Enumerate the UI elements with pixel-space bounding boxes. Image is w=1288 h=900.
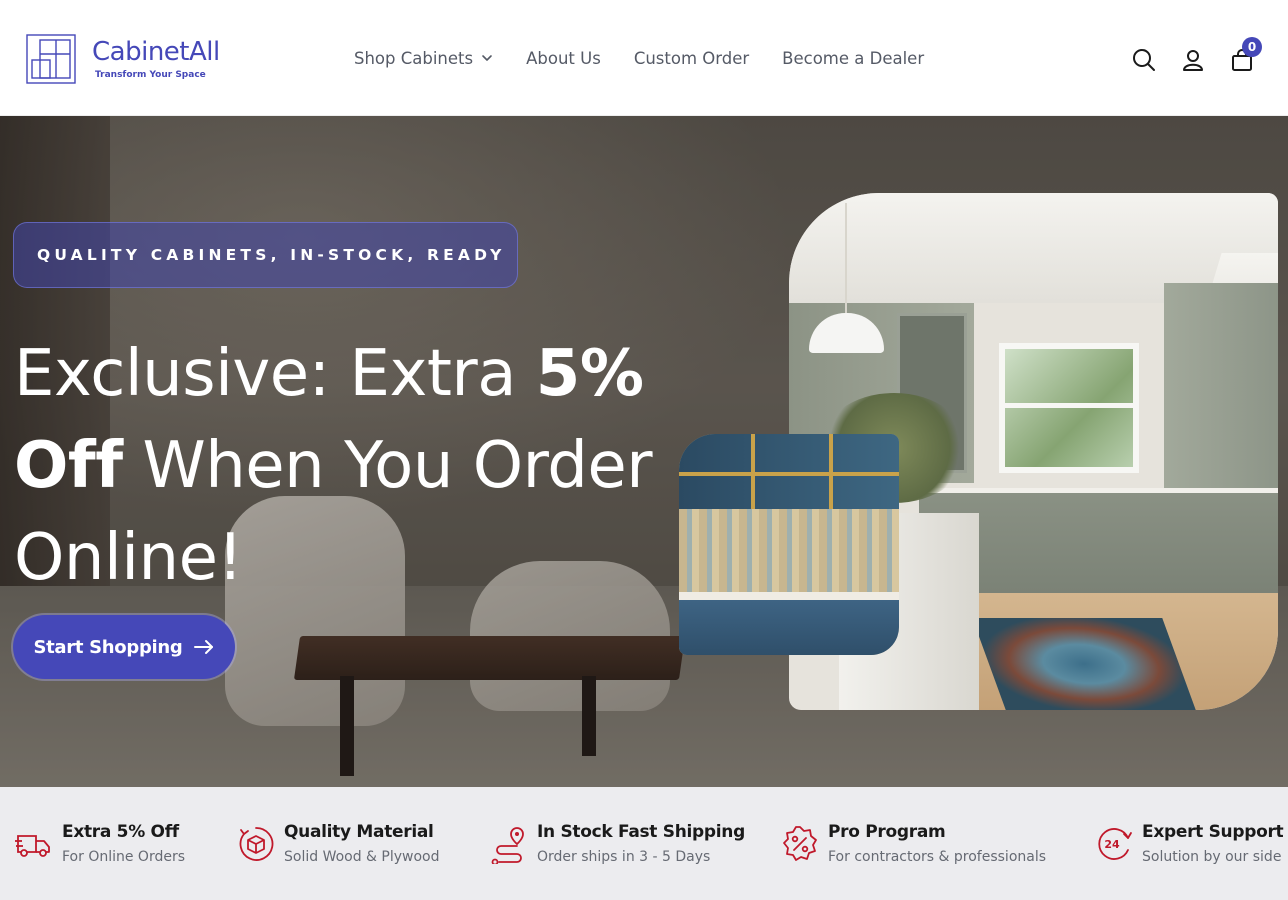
svg-text:24: 24 <box>1104 838 1120 851</box>
hero-badge-text: QUALITY CABINETS, IN-STOCK, READY <box>37 246 506 264</box>
nav-become-dealer[interactable]: Become a Dealer <box>782 49 924 68</box>
brand-name: CabinetAll <box>92 37 220 67</box>
nav-about-us[interactable]: About Us <box>526 49 601 68</box>
delivery-truck-icon <box>15 835 50 857</box>
feature-item: In Stock Fast Shipping Order ships in 3 … <box>489 820 745 870</box>
user-icon <box>1183 50 1203 71</box>
features-bar: Extra 5% Off For Online Orders Quality M… <box>0 787 1288 900</box>
hero-badge: QUALITY CABINETS, IN-STOCK, READY <box>13 222 518 288</box>
hero-section: QUALITY CABINETS, IN-STOCK, READY Exclus… <box>0 116 1288 787</box>
nav-shop-cabinets[interactable]: Shop Cabinets <box>354 49 493 68</box>
feature-item: Quality Material Solid Wood & Plywood <box>236 820 440 870</box>
feature-title: Quality Material <box>284 822 434 842</box>
feature-subtitle: For Online Orders <box>62 849 186 865</box>
hero-blue-cabinet-image <box>679 434 899 655</box>
nav-custom-order[interactable]: Custom Order <box>634 49 749 68</box>
feature-subtitle: Order ships in 3 - 5 Days <box>537 849 711 865</box>
search-button[interactable] <box>1130 46 1158 74</box>
box-icon <box>239 827 274 861</box>
nav-about-us-label: About Us <box>526 48 601 68</box>
header-actions: 0 <box>1130 37 1277 76</box>
nav-custom-order-label: Custom Order <box>633 48 750 68</box>
cart-button[interactable]: 0 <box>1228 37 1262 74</box>
logo-mark-icon <box>26 34 76 84</box>
feature-title: Extra 5% Off <box>62 822 179 842</box>
start-shopping-label: Start Shopping <box>33 636 183 658</box>
arrow-right-icon <box>193 640 213 654</box>
cart-count-badge: 0 <box>1242 37 1262 57</box>
route-icon <box>491 827 524 864</box>
hero-headline-part1: Exclusive: Extra <box>14 337 536 411</box>
feature-title: Expert Support <box>1142 822 1284 842</box>
main-nav: Shop Cabinets About Us Custom Order Beco… <box>354 46 957 70</box>
search-icon <box>1133 49 1155 71</box>
hero-headline: Exclusive: Extra 5% Off When You Order On… <box>14 328 654 604</box>
chevron-down-icon <box>482 55 492 61</box>
feature-title: Pro Program <box>828 822 946 842</box>
site-header: CabinetAll Transform Your Space Shop Cab… <box>0 0 1288 116</box>
brand-logo[interactable]: CabinetAll Transform Your Space <box>26 33 256 85</box>
hero-headline-bold1: 5% <box>535 337 644 411</box>
feature-item: 24 Expert Support Solution by our side <box>1094 820 1284 870</box>
feature-title: In Stock Fast Shipping <box>537 822 745 842</box>
feature-item: Pro Program For contractors & profession… <box>780 820 1046 870</box>
hero-headline-bold2: Off <box>14 429 123 503</box>
feature-item: Extra 5% Off For Online Orders <box>14 820 185 870</box>
feature-subtitle: Solution by our side <box>1142 849 1282 865</box>
nav-shop-cabinets-label: Shop Cabinets <box>354 48 474 68</box>
discount-badge-icon <box>783 826 817 861</box>
account-button[interactable] <box>1179 46 1207 74</box>
feature-subtitle: For contractors & professionals <box>828 849 1047 865</box>
feature-subtitle: Solid Wood & Plywood <box>284 849 440 865</box>
brand-tagline: Transform Your Space <box>95 70 206 80</box>
nav-become-dealer-label: Become a Dealer <box>782 48 925 68</box>
support-24-icon: 24 <box>1098 828 1132 860</box>
start-shopping-button[interactable]: Start Shopping <box>13 615 235 679</box>
